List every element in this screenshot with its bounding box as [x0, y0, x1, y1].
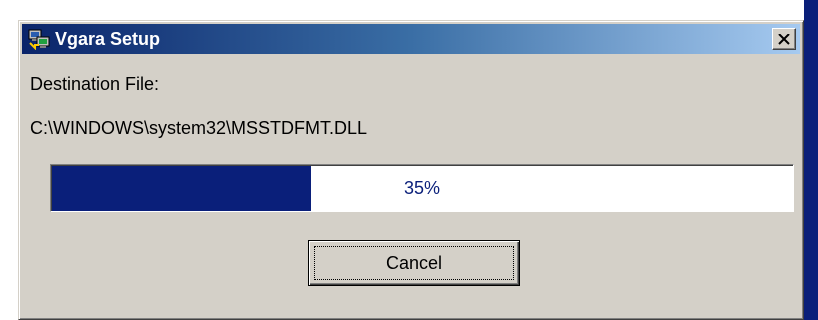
progress-bar: 35% [50, 164, 794, 212]
setup-dialog: Vgara Setup Destination File: C:\WINDOWS… [18, 20, 804, 320]
desktop-background [804, 0, 818, 320]
progress-percent-text: 35% [403, 177, 441, 198]
title-bar[interactable]: Vgara Setup [22, 24, 800, 54]
destination-file-path: C:\WINDOWS\system32\MSSTDFMT.DLL [30, 118, 368, 138]
close-icon [778, 33, 790, 45]
window-title: Vgara Setup [55, 29, 161, 49]
destination-file-label: Destination File: [30, 74, 160, 94]
close-button[interactable] [772, 28, 796, 50]
setup-computer-icon [28, 28, 50, 51]
cancel-button-label: Cancel [385, 252, 443, 273]
cancel-button[interactable]: Cancel [308, 240, 520, 286]
